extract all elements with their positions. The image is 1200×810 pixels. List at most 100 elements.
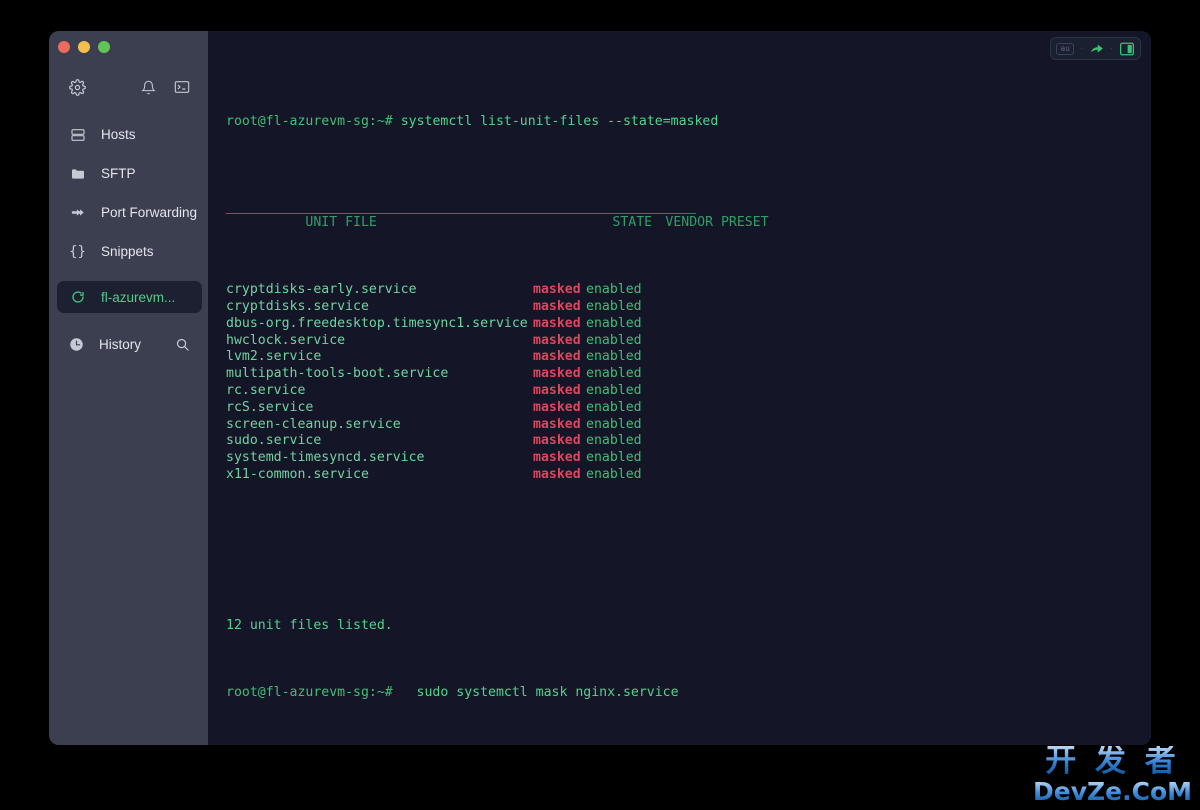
watermark-line-1: 开 发 者 <box>1033 746 1192 777</box>
sidebar-item-label: SFTP <box>101 166 136 181</box>
terminal-table-row: x11-common.service masked enabled <box>226 467 1151 484</box>
row-state: masked <box>533 416 581 432</box>
row-vendor-preset: enabled <box>586 450 642 466</box>
row-state: masked <box>533 399 581 415</box>
terminal-badge: au <box>1056 42 1074 55</box>
row-state: masked <box>533 450 581 466</box>
header-state: STATE <box>612 214 653 230</box>
command-text: systemctl list-unit-files --state=masked <box>400 114 719 130</box>
row-state: masked <box>533 282 581 298</box>
bell-icon[interactable] <box>141 80 156 95</box>
terminal-output: root@fl-azurevm-sg:~# systemctl list-uni… <box>208 41 1151 745</box>
minimize-window-button[interactable] <box>78 41 90 53</box>
terminal-table-row: cryptdisks.service masked enabled <box>226 299 1151 316</box>
sidebar-item-label: Port Forwarding <box>101 205 198 220</box>
row-unit-file: systemd-timesyncd.service <box>226 450 425 466</box>
terminal-table-row: cryptdisks-early.service masked enabled <box>226 282 1151 299</box>
row-unit-file: cryptdisks.service <box>226 298 369 314</box>
sidebar-item-port-forwarding[interactable]: Port Forwarding <box>49 193 208 232</box>
folder-icon <box>69 166 86 182</box>
row-unit-file: dbus-org.freedesktop.timesync1.service <box>226 315 528 331</box>
gear-icon[interactable] <box>69 78 86 96</box>
terminal-table-rows: cryptdisks-early.service masked enabled cry… <box>226 282 1151 484</box>
terminal-table-row: rcS.service masked enabled <box>226 400 1151 417</box>
row-vendor-preset: enabled <box>586 366 642 382</box>
row-state: masked <box>533 349 581 365</box>
row-vendor-preset: enabled <box>586 433 642 449</box>
row-state: masked <box>533 466 581 482</box>
row-state: masked <box>533 382 581 398</box>
row-vendor-preset: enabled <box>586 466 642 482</box>
row-vendor-preset: enabled <box>586 349 642 365</box>
close-window-button[interactable] <box>58 41 70 53</box>
search-icon[interactable] <box>175 337 190 352</box>
row-vendor-preset: enabled <box>586 416 642 432</box>
row-state: masked <box>533 433 581 449</box>
sidebar-item-history[interactable]: History <box>49 325 208 364</box>
sidebar: Hosts SFTP Port Forwarding {} Snippets f… <box>49 31 208 745</box>
prompt-text: root@fl-azurevm-sg:~# <box>226 685 393 701</box>
terminal-table-row: multipath-tools-boot.service masked enable… <box>226 366 1151 383</box>
terminal-table-header: UNIT FILE STATE VENDOR PRESET <box>226 198 1151 230</box>
row-vendor-preset: enabled <box>586 282 642 298</box>
braces-icon: {} <box>69 243 86 260</box>
row-vendor-preset: enabled <box>586 315 642 331</box>
watermark-line-2: DevZe.CoM <box>1033 777 1192 806</box>
terminal-line-command: root@fl-azurevm-sg:~# systemctl list-uni… <box>226 114 1151 131</box>
mask-command-text: sudo systemctl mask nginx.service <box>392 685 679 701</box>
terminal-table-row: lvm2.service masked enabled <box>226 349 1151 366</box>
terminal-table-row: screen-cleanup.service masked enabled <box>226 417 1151 434</box>
share-arrow-icon[interactable] <box>1089 41 1104 56</box>
row-vendor-preset: enabled <box>586 399 642 415</box>
split-pane-icon[interactable] <box>1119 42 1135 56</box>
sidebar-item-sftp[interactable]: SFTP <box>49 154 208 193</box>
row-unit-file: x11-common.service <box>226 466 369 482</box>
terminal-table-row: systemd-timesyncd.service masked enabled <box>226 450 1151 467</box>
prompt-text: root@fl-azurevm-sg:~# <box>226 114 393 130</box>
row-unit-file: cryptdisks-early.service <box>226 282 417 298</box>
header-unit-file: UNIT FILE <box>305 214 377 230</box>
row-unit-file: hwclock.service <box>226 332 346 348</box>
row-state: masked <box>533 332 581 348</box>
summary-text: 12 unit files listed. <box>226 618 393 634</box>
terminal-table-row: hwclock.service masked enabled <box>226 333 1151 350</box>
terminal-table-row: dbus-org.freedesktop.timesync1.service ma… <box>226 316 1151 333</box>
terminal-controls: au · · <box>1050 37 1141 60</box>
header-underline <box>226 212 696 214</box>
maximize-window-button[interactable] <box>98 41 110 53</box>
arrows-icon <box>69 205 86 220</box>
clock-icon <box>69 337 84 352</box>
sidebar-item-snippets[interactable]: {} Snippets <box>49 232 208 271</box>
sidebar-item-label: History <box>99 337 142 352</box>
command-spacer <box>393 114 401 129</box>
sidebar-nav-list: Hosts SFTP Port Forwarding {} Snippets f… <box>49 115 208 313</box>
sidebar-item-label: Hosts <box>101 127 136 142</box>
sidebar-item-label: Snippets <box>101 244 154 259</box>
control-separator: · <box>1080 43 1083 53</box>
sidebar-item-hosts[interactable]: Hosts <box>49 115 208 154</box>
row-state: masked <box>533 315 581 331</box>
server-icon <box>69 127 86 143</box>
header-vendor-preset: VENDOR PRESET <box>665 214 769 230</box>
sidebar-session-label: fl-azurevm... <box>101 289 176 305</box>
terminal-line-summary: 12 unit files listed. <box>226 618 1151 635</box>
terminal-icon[interactable] <box>174 79 190 95</box>
watermark: 开 发 者 DevZe.CoM <box>1033 746 1192 806</box>
terminal-app-window: Hosts SFTP Port Forwarding {} Snippets f… <box>49 31 1151 745</box>
control-separator: · <box>1110 43 1113 53</box>
row-unit-file: rcS.service <box>226 399 314 415</box>
row-unit-file: rc.service <box>226 382 306 398</box>
row-unit-file: screen-cleanup.service <box>226 416 401 432</box>
row-vendor-preset: enabled <box>586 382 642 398</box>
sidebar-item-session-fl-azurevm[interactable]: fl-azurevm... <box>57 281 202 313</box>
terminal-table-row: sudo.service masked enabled <box>226 433 1151 450</box>
row-state: masked <box>533 366 581 382</box>
spinner-icon <box>69 290 86 304</box>
terminal-table-row: rc.service masked enabled <box>226 383 1151 400</box>
screen: Hosts SFTP Port Forwarding {} Snippets f… <box>0 0 1200 810</box>
window-traffic-lights <box>49 31 208 63</box>
row-vendor-preset: enabled <box>586 298 642 314</box>
terminal-pane[interactable]: au · · root@fl-azurevm-sg:~# systemctl l… <box>208 31 1151 745</box>
row-unit-file: sudo.service <box>226 433 322 449</box>
